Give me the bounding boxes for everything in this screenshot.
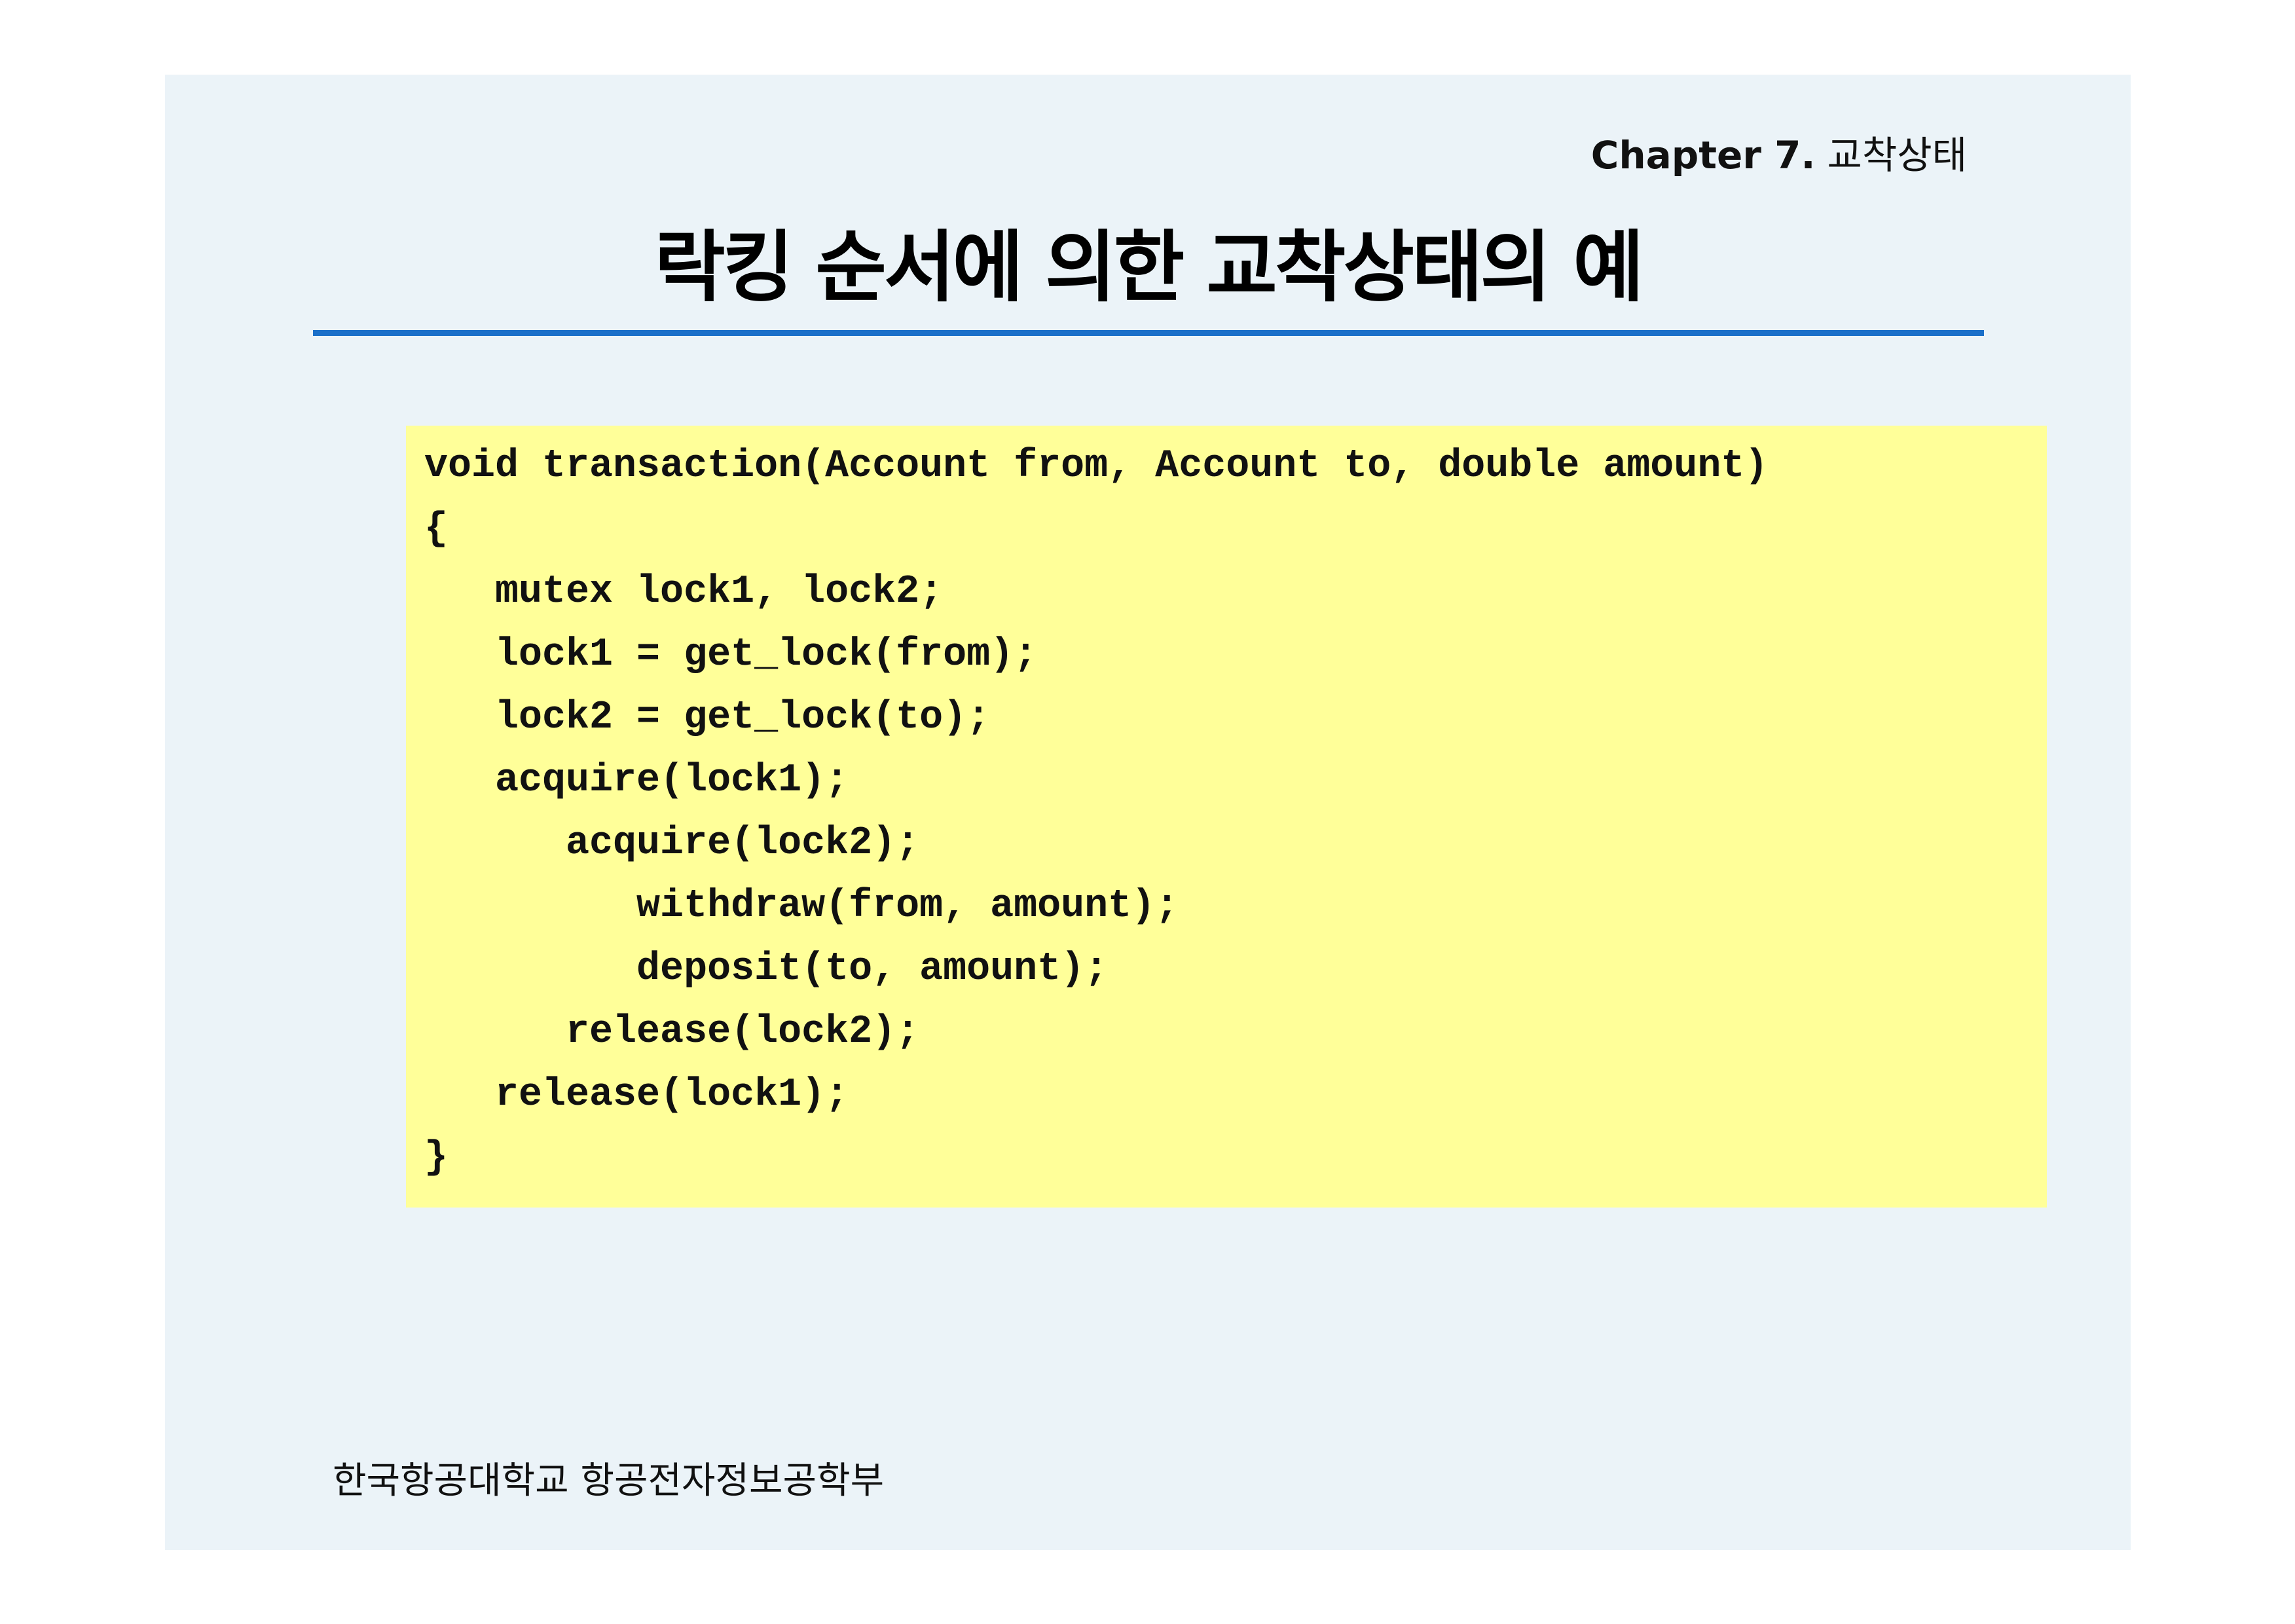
code-block: void transaction(Account from, Account t… bbox=[406, 426, 2047, 1208]
slide: Chapter 7. 교착상태 락킹 순서에 의한 교착상태의 예 void tr… bbox=[165, 75, 2131, 1550]
code-line: mutex lock1, lock2; bbox=[424, 570, 944, 614]
code-line: } bbox=[424, 1135, 449, 1180]
code-line: lock2 = get_lock(to); bbox=[424, 695, 991, 740]
code-line: withdraw(from, amount); bbox=[424, 884, 1179, 929]
footer-institution: 한국항공대학교 항공전자정보공학부 bbox=[333, 1460, 885, 1502]
chapter-topic: 교착상태 bbox=[1827, 133, 1967, 177]
chapter-header: Chapter 7. 교착상태 bbox=[1591, 124, 1967, 179]
code-line: release(lock1); bbox=[424, 1073, 849, 1117]
code-line: release(lock2); bbox=[424, 1010, 920, 1054]
code-line: void transaction(Account from, Account t… bbox=[424, 444, 1769, 489]
code-line: acquire(lock2); bbox=[424, 821, 920, 866]
code-line: deposit(to, amount); bbox=[424, 947, 1109, 991]
code-lines: void transaction(Account from, Account t… bbox=[424, 435, 1768, 1189]
code-line: lock1 = get_lock(from); bbox=[424, 633, 1038, 677]
code-line: acquire(lock1); bbox=[424, 758, 849, 803]
slide-title: 락킹 순서에 의한 교착상태의 예 bbox=[654, 222, 1644, 312]
page: Chapter 7. 교착상태 락킹 순서에 의한 교착상태의 예 void tr… bbox=[0, 0, 2295, 1624]
code-line: { bbox=[424, 507, 449, 551]
title-underline bbox=[313, 330, 1984, 336]
chapter-label: Chapter 7. bbox=[1590, 133, 1816, 177]
